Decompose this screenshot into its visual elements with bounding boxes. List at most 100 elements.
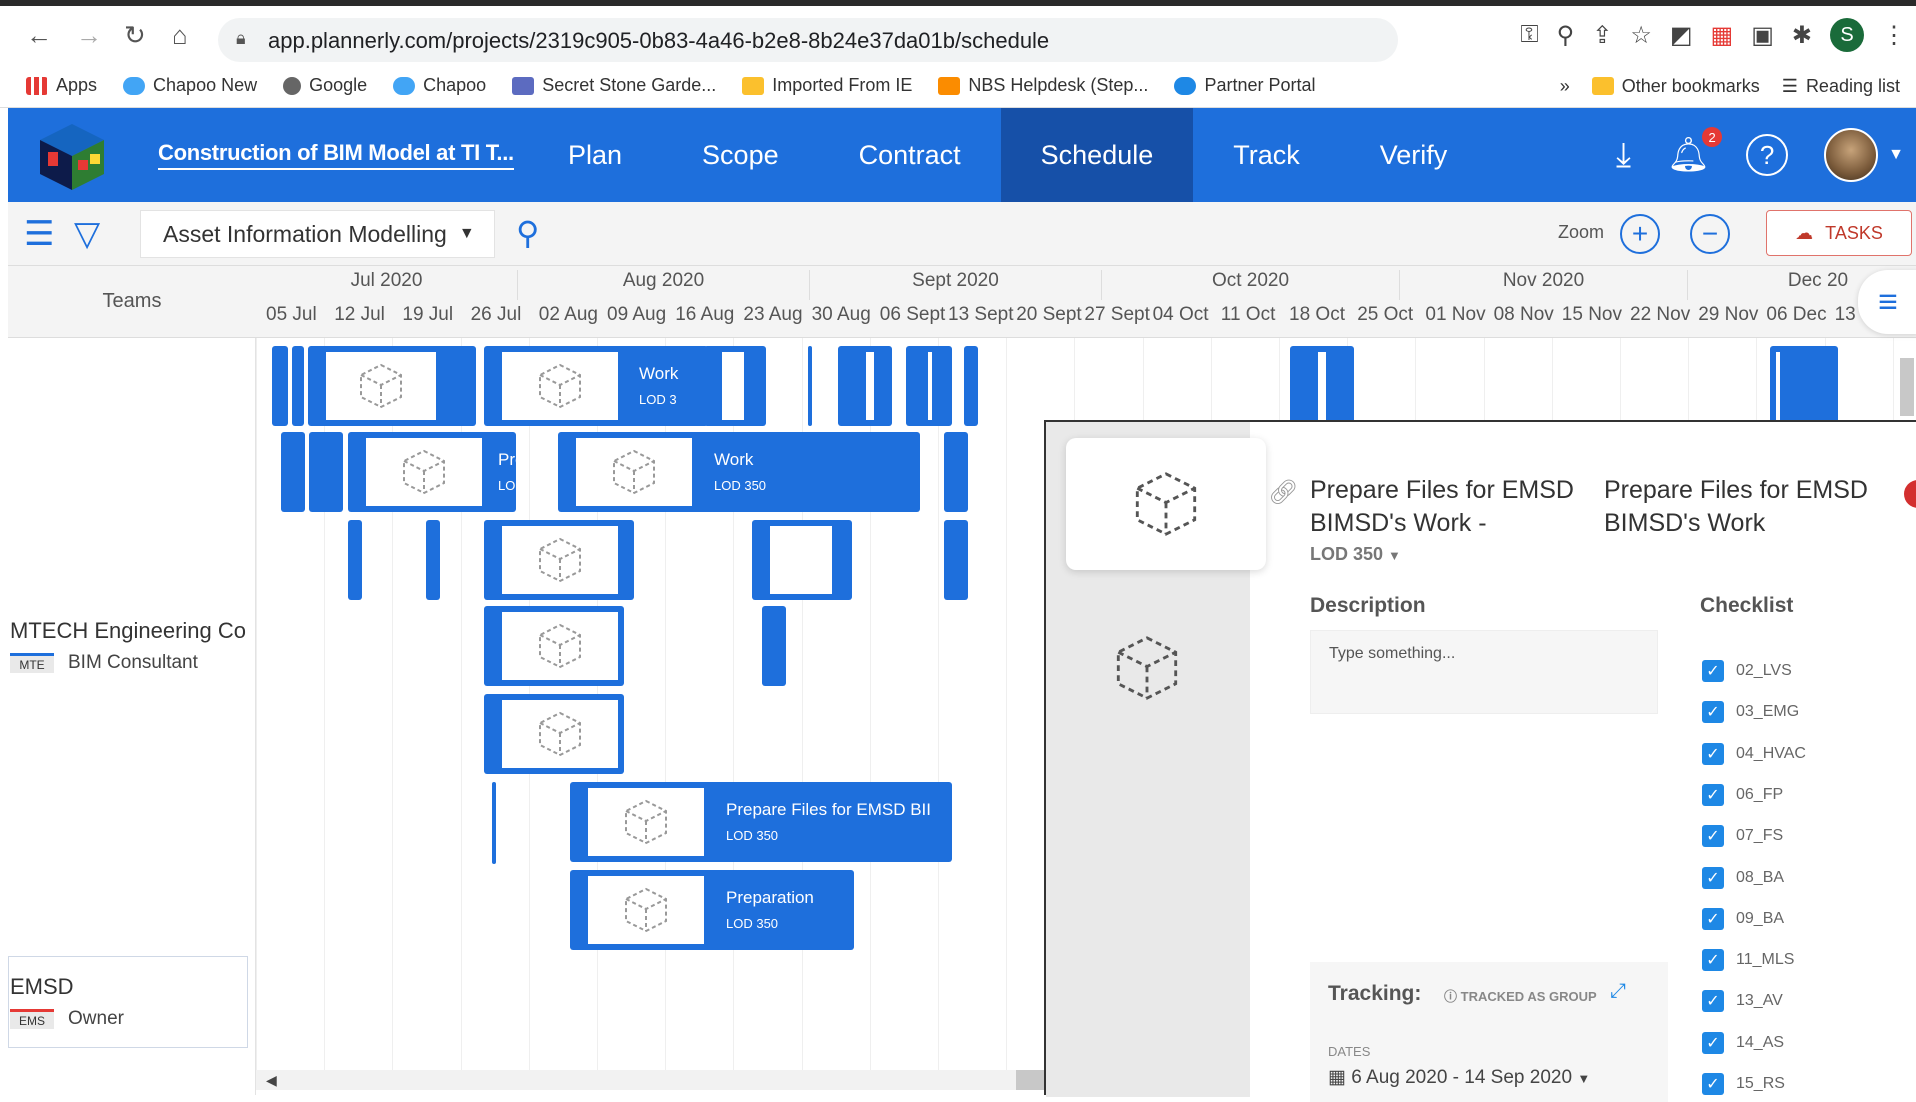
checkbox-checked-icon[interactable]: ✓: [1702, 907, 1724, 930]
tab-track[interactable]: Track: [1193, 108, 1340, 202]
reload-icon[interactable]: ↻: [124, 20, 146, 51]
tab-verify[interactable]: Verify: [1340, 108, 1488, 202]
task-card-thumbnail[interactable]: [1114, 632, 1180, 709]
task-bar[interactable]: [426, 520, 440, 600]
checklist-item[interactable]: ✓ 13_AV: [1702, 990, 1783, 1013]
team-emsd[interactable]: EMSD EMS Owner: [10, 974, 124, 1030]
task-bar[interactable]: [1290, 346, 1354, 426]
task-bar[interactable]: [762, 606, 786, 686]
link-icon[interactable]: 🔗︎: [1268, 478, 1298, 507]
bookmarks-overflow[interactable]: »: [1560, 76, 1570, 97]
checklist-item[interactable]: ✓ 04_HVAC: [1702, 742, 1806, 765]
vertical-scrollbar[interactable]: [1898, 340, 1916, 420]
bookmark-secret-stone[interactable]: Secret Stone Garde...: [512, 75, 716, 96]
checkbox-checked-icon[interactable]: ✓: [1702, 742, 1724, 765]
task-bar[interactable]: [704, 346, 766, 426]
chevron-down-icon[interactable]: ▼: [1888, 146, 1904, 164]
task-bar[interactable]: Prepare Files for EMSD BII LOD 350: [570, 782, 952, 862]
horizontal-scrollbar[interactable]: ◀: [256, 1070, 1046, 1090]
task-bar[interactable]: [906, 346, 952, 426]
tab-contract[interactable]: Contract: [819, 108, 1001, 202]
task-bar[interactable]: Work LOD 3: [484, 346, 708, 426]
extension-c-icon[interactable]: ▣: [1751, 21, 1774, 50]
filter-icon[interactable]: ▽: [74, 214, 100, 254]
task-bar[interactable]: [752, 520, 852, 600]
scrollbar-thumb[interactable]: [1016, 1070, 1046, 1090]
checklist-item[interactable]: ✓ 07_FS: [1702, 825, 1783, 848]
checklist-item[interactable]: ✓ 03_EMG: [1702, 701, 1799, 724]
task-bar[interactable]: [808, 346, 812, 426]
task-bar[interactable]: [944, 432, 968, 512]
checkbox-checked-icon[interactable]: ✓: [1702, 783, 1724, 806]
download-doc-icon[interactable]: ⤓: [1616, 136, 1631, 175]
plannerly-logo[interactable]: [34, 120, 110, 192]
expand-icon[interactable]: ⤢: [1610, 980, 1626, 1003]
checklist-item[interactable]: ✓ 15_RS: [1702, 1073, 1785, 1095]
sliders-icon[interactable]: ☰: [24, 214, 54, 254]
bookmark-google[interactable]: Google: [283, 75, 367, 96]
zoom-icon[interactable]: ⚲: [1557, 21, 1575, 50]
checkbox-checked-icon[interactable]: ✓: [1702, 866, 1724, 889]
side-menu-toggle[interactable]: ≡: [1858, 270, 1916, 334]
task-title[interactable]: Prepare Files for EMSD BIMSD's Work -: [1310, 474, 1600, 540]
address-bar[interactable]: 🔒︎ app.plannerly.com/projects/2319c905-0…: [218, 18, 1398, 62]
task-bar[interactable]: [484, 520, 634, 600]
checkbox-checked-icon[interactable]: ✓: [1702, 949, 1724, 972]
forward-arrow-icon[interactable]: →: [76, 20, 102, 51]
checklist-item[interactable]: ✓ 09_BA: [1702, 907, 1784, 930]
scroll-left-icon[interactable]: ◀: [266, 1072, 277, 1089]
bookmark-chapoo[interactable]: Chapoo: [393, 75, 486, 96]
bookmark-imported[interactable]: Imported From IE: [742, 75, 912, 96]
checklist-item[interactable]: ✓ 14_AS: [1702, 1031, 1784, 1054]
key-icon[interactable]: ⚿: [1520, 21, 1538, 49]
tab-schedule[interactable]: Schedule: [1000, 108, 1194, 202]
extension-a-icon[interactable]: ◩: [1670, 21, 1693, 50]
task-bar[interactable]: [348, 520, 362, 600]
checkbox-checked-icon[interactable]: ✓: [1702, 660, 1724, 682]
team-mtech[interactable]: MTECH Engineering Co MTE BIM Consultant: [10, 618, 246, 674]
checkbox-checked-icon[interactable]: ✓: [1702, 1031, 1724, 1054]
dates-dropdown[interactable]: ▦ 6 Aug 2020 - 14 Sep 2020 ▼: [1328, 1066, 1590, 1089]
tab-plan[interactable]: Plan: [528, 108, 662, 202]
profile-avatar[interactable]: S: [1830, 18, 1864, 52]
tab-scope[interactable]: Scope: [662, 108, 819, 202]
task-bar[interactable]: [944, 520, 968, 600]
project-title[interactable]: Construction of BIM Model at TI T...: [158, 140, 514, 170]
zoom-in-button[interactable]: +: [1620, 214, 1660, 254]
checklist-item[interactable]: ✓ 08_BA: [1702, 866, 1784, 889]
checklist-item[interactable]: ✓ 11_MLS: [1702, 949, 1794, 972]
task-bar[interactable]: Work LOD 350: [558, 432, 920, 512]
checklist-item[interactable]: ✓ 02_LVS: [1702, 660, 1792, 682]
task-bar[interactable]: [838, 346, 892, 426]
task-bar[interactable]: [308, 346, 476, 426]
checkbox-checked-icon[interactable]: ✓: [1702, 701, 1724, 724]
task-bar[interactable]: [492, 782, 496, 864]
scrollbar-thumb[interactable]: [1900, 358, 1914, 416]
task-bar[interactable]: [292, 346, 304, 426]
puzzle-icon[interactable]: ✱: [1792, 21, 1812, 50]
zoom-out-button[interactable]: −: [1690, 214, 1730, 254]
checkbox-checked-icon[interactable]: ✓: [1702, 990, 1724, 1013]
selected-task-card[interactable]: [1066, 438, 1266, 570]
user-avatar[interactable]: [1824, 128, 1879, 182]
task-bar[interactable]: [281, 432, 305, 512]
search-icon[interactable]: ⚲: [516, 214, 539, 252]
back-arrow-icon[interactable]: ←: [26, 20, 52, 51]
share-icon[interactable]: ⇪: [1592, 21, 1612, 50]
bookmark-partner-portal[interactable]: Partner Portal: [1174, 75, 1316, 96]
bookmark-apps[interactable]: Apps: [26, 75, 97, 96]
reading-list[interactable]: ☰ Reading list: [1782, 76, 1900, 97]
task-bar[interactable]: Preparation LOD 350: [570, 870, 854, 950]
task-bar[interactable]: [964, 346, 978, 426]
help-icon[interactable]: ?: [1746, 134, 1789, 176]
bookmark-other[interactable]: Other bookmarks: [1591, 76, 1760, 97]
bookmark-chapoo-new[interactable]: Chapoo New: [123, 75, 257, 96]
task-bar[interactable]: [309, 432, 343, 512]
star-icon[interactable]: ☆: [1630, 21, 1652, 50]
task-bar[interactable]: Pre| LOD: [348, 432, 529, 512]
bookmark-nbs[interactable]: NBS Helpdesk (Step...: [938, 75, 1148, 96]
home-icon[interactable]: ⌂: [172, 20, 188, 51]
task-bar[interactable]: [272, 346, 288, 426]
lod-dropdown[interactable]: LOD 350 ▼: [1310, 544, 1401, 565]
task-bar[interactable]: [484, 694, 624, 774]
